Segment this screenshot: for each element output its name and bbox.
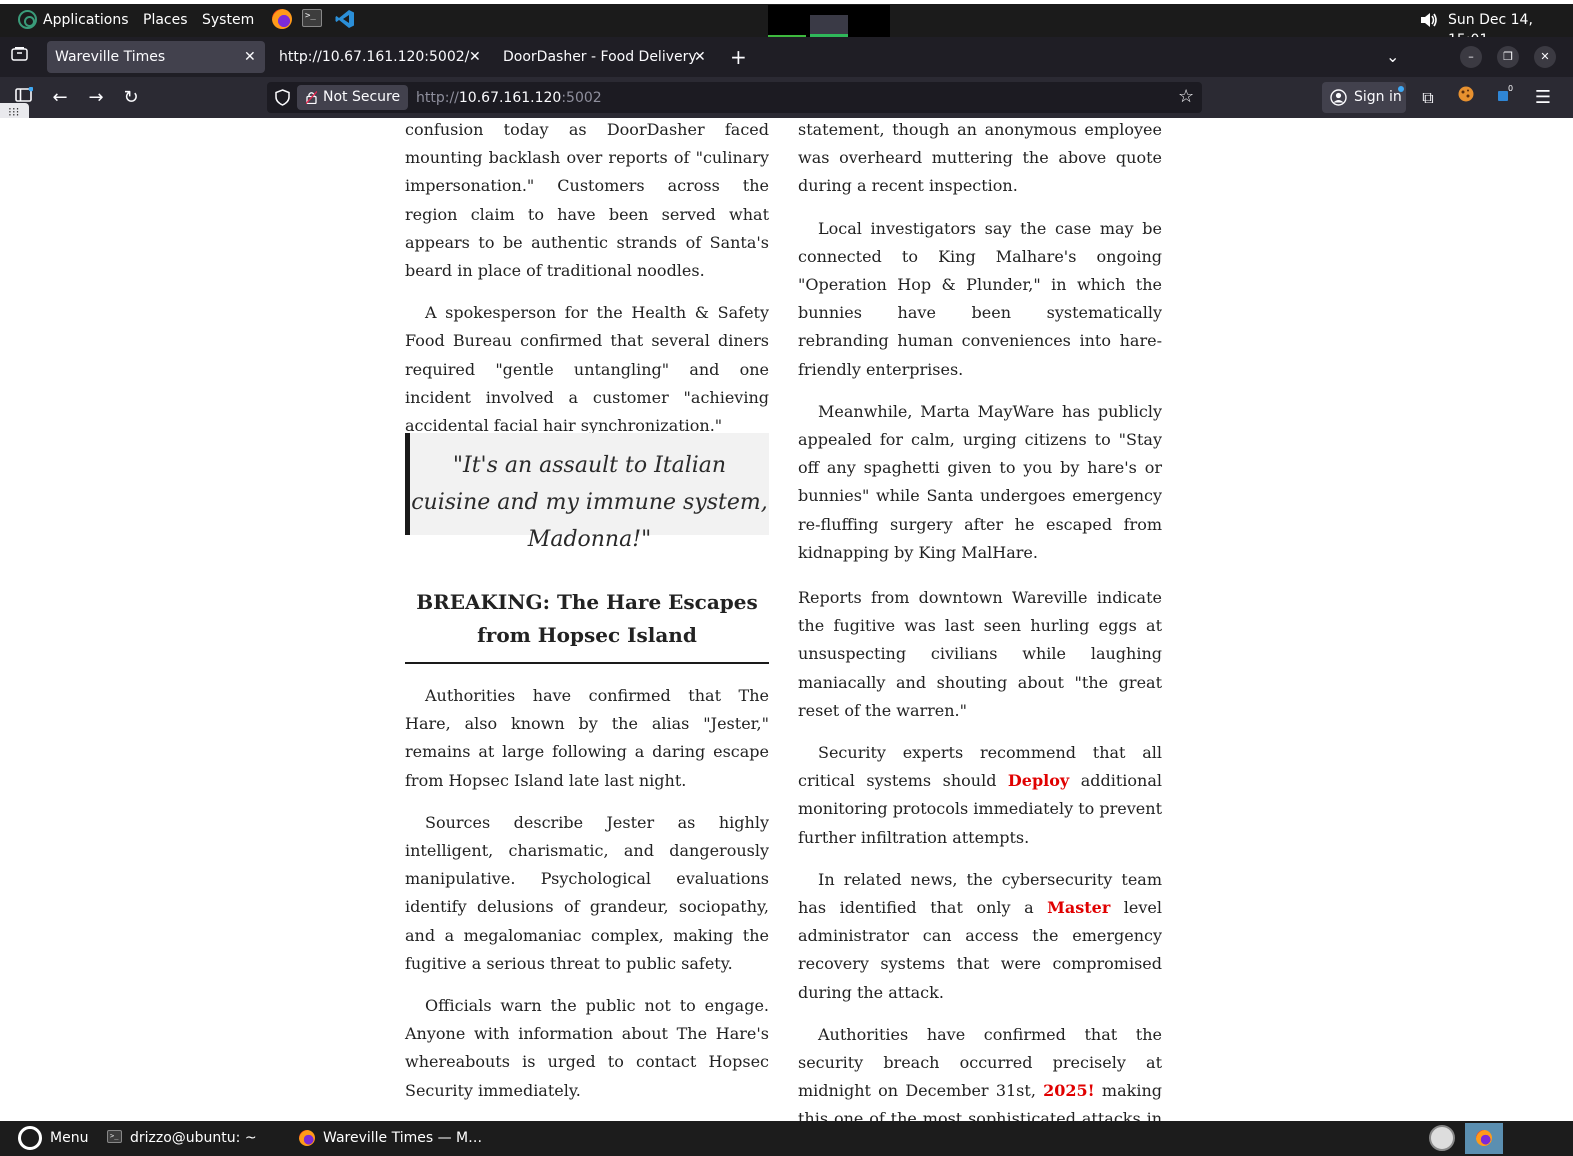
taskbar-terminal-task[interactable]: drizzo@ubuntu: ~ (130, 1128, 257, 1148)
extension-badge-count: 0 (1508, 85, 1513, 93)
close-tab-icon[interactable]: ✕ (244, 41, 256, 73)
bookmark-star-icon[interactable]: ☆ (1178, 86, 1194, 107)
tab-wareville-times[interactable]: Wareville Times ✕ (47, 41, 265, 73)
system-menu[interactable]: System (202, 10, 254, 30)
tab-list-chevron-down-icon[interactable]: ⌄ (1386, 45, 1399, 69)
tab-overview-icon[interactable] (11, 45, 28, 69)
browser-nav-bar: ← → ↻ Not Secure http://10.67.161.120:50… (0, 77, 1573, 118)
firefox-icon (1476, 1130, 1492, 1146)
article-paragraph: Authorities have confirmed that the secu… (798, 1021, 1162, 1121)
taskbar-menu-button[interactable]: Menu (50, 1128, 88, 1148)
clock-applet-icon[interactable] (1429, 1125, 1455, 1151)
tab-label: Wareville Times (55, 49, 166, 65)
terminal-task-icon: >_ (107, 1130, 122, 1143)
breaking-headline: BREAKING: The Hare Escapes from Hopsec I… (405, 586, 769, 664)
article-page: confusion today as DoorDasher faced moun… (0, 118, 1573, 1121)
firefox-task-icon (299, 1130, 315, 1146)
article-paragraph: A spokesperson for the Health & Safety F… (405, 303, 769, 436)
article-left-column-bottom: Authorities have confirmed that The Hare… (405, 682, 769, 1119)
cookie-extension-icon[interactable] (1453, 85, 1479, 111)
new-tab-button[interactable]: + (730, 45, 747, 69)
tab-doordasher[interactable]: DoorDasher - Food Delivery ✕ (495, 41, 717, 73)
article-paragraph: Security experts recommend that all crit… (798, 739, 1162, 852)
system-monitor-graphs (768, 5, 890, 37)
article-right-column-top: statement, though an anonymous employee … (798, 118, 1162, 581)
article-paragraph: Authorities have confirmed that The Hare… (405, 686, 769, 790)
back-arrow-icon[interactable]: ← (47, 85, 73, 111)
article-paragraph: Officials warn the public not to engage.… (405, 996, 769, 1100)
highlight-year: 2025! (1043, 1081, 1095, 1101)
reload-icon[interactable]: ↻ (118, 85, 144, 111)
lock-icon (306, 91, 317, 104)
forward-arrow-icon[interactable]: → (83, 85, 109, 111)
extensions-puzzle-icon[interactable]: ⧉ (1415, 85, 1441, 111)
pull-quote: "It's an assault to Italian cuisine and … (405, 433, 769, 552)
taskbar-browser-task[interactable]: Wareville Times — M… (323, 1128, 482, 1148)
not-secure-badge[interactable]: Not Secure (297, 85, 409, 110)
close-window-button[interactable]: ✕ (1534, 46, 1556, 68)
security-label: Not Secure (323, 89, 401, 105)
download-extension-icon[interactable]: 0 (1492, 84, 1518, 111)
vscode-launcher-icon[interactable] (335, 9, 355, 29)
places-menu[interactable]: Places (143, 10, 188, 30)
account-icon (1330, 89, 1347, 106)
restore-window-button[interactable]: ❐ (1497, 46, 1519, 68)
hamburger-menu-icon[interactable]: ☰ (1530, 85, 1556, 111)
sign-in-label: Sign in (1354, 89, 1402, 105)
article-paragraph: Sources describe Jester as highly intell… (405, 812, 769, 973)
article-right-column-bottom: Reports from downtown Wareville indicate… (798, 584, 1162, 1121)
active-window-indicator[interactable] (1465, 1123, 1503, 1154)
terminal-launcher-icon[interactable]: >_ (302, 9, 322, 27)
url-host: 10.67.161.120 (458, 90, 562, 106)
grid-dots-icon[interactable]: ⁝⁝⁝ (8, 105, 19, 119)
sign-in-button[interactable]: Sign in (1322, 82, 1406, 113)
top-system-panel: Applications Places System >_ Sun Dec 14… (0, 0, 1573, 48)
ubuntu-menu-icon[interactable] (18, 1126, 42, 1150)
tab-label: DoorDasher - Food Delivery (503, 49, 697, 65)
notification-dot (1398, 86, 1404, 92)
article-paragraph: statement, though an anonymous employee … (798, 120, 1162, 196)
bottom-taskbar: Menu >_ drizzo@ubuntu: ~ Wareville Times… (0, 1121, 1573, 1156)
minimize-window-button[interactable]: – (1460, 46, 1482, 68)
article-left-column-top: confusion today as DoorDasher faced moun… (405, 118, 769, 454)
distro-logo-icon[interactable] (18, 10, 37, 29)
firefox-launcher-icon[interactable] (272, 9, 292, 29)
url-bar[interactable]: Not Secure http://10.67.161.120:5002 ☆ (267, 82, 1202, 113)
tab-label: http://10.67.161.120:5002/ (279, 49, 470, 65)
close-tab-icon[interactable]: ✕ (469, 41, 481, 73)
applications-menu[interactable]: Applications (43, 10, 129, 30)
highlight-deploy: Deploy (1007, 771, 1070, 791)
volume-icon[interactable] (1420, 12, 1438, 28)
tab-ip-address[interactable]: http://10.67.161.120:5002/ ✕ (271, 41, 489, 73)
article-paragraph: confusion today as DoorDasher faced moun… (405, 120, 769, 281)
article-paragraph: Local investigators say the case may be … (798, 218, 1162, 379)
browser-tab-strip: Wareville Times ✕ http://10.67.161.120:5… (0, 37, 1573, 77)
url-scheme: http:// (416, 90, 459, 106)
article-paragraph: Reports from downtown Wareville indicate… (798, 588, 1162, 720)
article-paragraph: Meanwhile, Marta MayWare has publicly ap… (798, 401, 1162, 562)
highlight-master: Master (1047, 898, 1111, 918)
tracking-shield-icon[interactable] (275, 89, 290, 106)
url-text[interactable]: http://10.67.161.120:5002 (416, 88, 602, 108)
close-tab-icon[interactable]: ✕ (694, 41, 706, 73)
url-port: :5002 (561, 90, 602, 106)
article-paragraph: In related news, the cybersecurity team … (798, 866, 1162, 1007)
